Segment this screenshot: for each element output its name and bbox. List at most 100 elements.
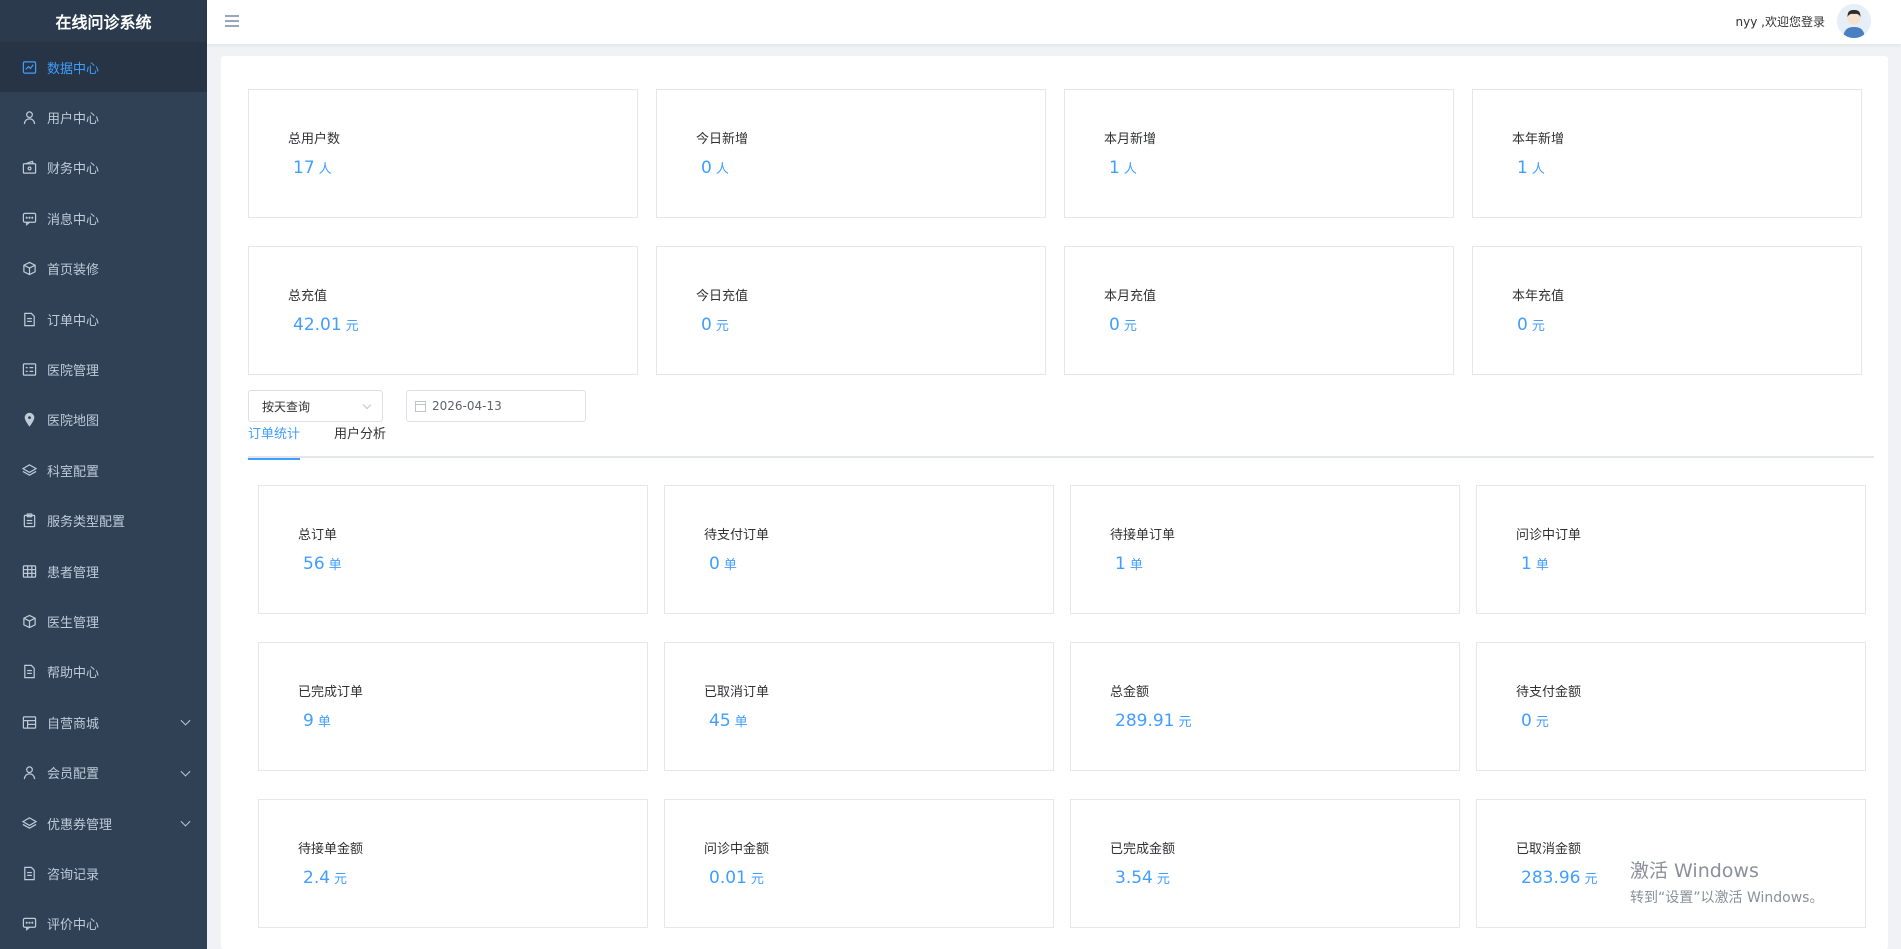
stat-unit: 元 bbox=[1123, 319, 1137, 334]
stat-value: 0元 bbox=[701, 315, 729, 335]
recharge-stat-card: 本年充值 0 元 bbox=[1472, 246, 1862, 375]
stat-label: 问诊中订单 bbox=[1516, 528, 1582, 543]
sidebar-item-6[interactable]: 医院管理 bbox=[0, 344, 207, 394]
sidebar-item-label: 评价中心 bbox=[47, 918, 100, 934]
stat-number: 0 bbox=[1517, 315, 1528, 335]
sidebar-item-13[interactable]: 自营商城 bbox=[0, 697, 207, 747]
avatar[interactable] bbox=[1837, 4, 1871, 38]
sidebar-item-4[interactable]: 首页装修 bbox=[0, 244, 207, 294]
dashboard-panel: 按天查询 2026-04-13 订单统计 用户分析 总用户数 17 人今日新增 0 人本… bbox=[221, 56, 1888, 949]
stat-number: 17 bbox=[293, 158, 315, 178]
stat-value: 1人 bbox=[1517, 158, 1545, 178]
stat-label: 总订单 bbox=[298, 528, 338, 543]
order-stat-card: 问诊中订单 1 单 bbox=[1476, 485, 1866, 614]
stat-label: 已取消订单 bbox=[704, 685, 770, 700]
layers-icon bbox=[21, 815, 37, 831]
sidebar-item-11[interactable]: 医生管理 bbox=[0, 596, 207, 646]
stat-label: 今日充值 bbox=[696, 289, 749, 304]
top-header: nyy ,欢迎您登录 bbox=[207, 0, 1901, 44]
sidebar-item-label: 科室配置 bbox=[47, 464, 100, 480]
user-stat-card: 本年新增 1 人 bbox=[1472, 89, 1862, 218]
stat-label: 待接单金额 bbox=[298, 842, 364, 857]
recharge-stat-card: 总充值 42.01 元 bbox=[248, 246, 638, 375]
watermark-subtitle: 转到“设置”以激活 Windows。 bbox=[1630, 890, 1824, 906]
stat-number: 289.91 bbox=[1115, 711, 1175, 731]
app-title: 在线问诊系统 bbox=[0, 0, 207, 42]
welcome-text: nyy ,欢迎您登录 bbox=[1735, 14, 1825, 29]
stat-number: 1 bbox=[1115, 554, 1126, 574]
sidebar-item-8[interactable]: 科室配置 bbox=[0, 445, 207, 495]
stat-label: 待支付金额 bbox=[1516, 685, 1582, 700]
sidebar-item-2[interactable]: 财务中心 bbox=[0, 143, 207, 193]
menu-toggle-icon[interactable] bbox=[225, 15, 239, 27]
sidebar-item-label: 会员配置 bbox=[47, 767, 100, 783]
stat-unit: 单 bbox=[723, 558, 737, 573]
stat-number: 1 bbox=[1517, 158, 1528, 178]
sidebar-item-9[interactable]: 服务类型配置 bbox=[0, 496, 207, 546]
stat-label: 已取消金额 bbox=[1516, 842, 1582, 857]
query-mode-value: 按天查询 bbox=[262, 399, 311, 414]
stat-number: 0.01 bbox=[709, 868, 747, 888]
stat-value: 1单 bbox=[1521, 554, 1549, 574]
stat-unit: 人 bbox=[1123, 162, 1137, 177]
sidebar-item-1[interactable]: 用户中心 bbox=[0, 92, 207, 142]
stat-value: 45 单 bbox=[709, 711, 748, 731]
stat-number: 2.4 bbox=[303, 868, 331, 888]
recharge-stat-card: 今日充值 0 元 bbox=[656, 246, 1046, 375]
stat-value: 2.4 元 bbox=[303, 868, 347, 888]
order-stat-card: 待支付金额 0 元 bbox=[1476, 642, 1866, 771]
message-icon bbox=[21, 210, 37, 226]
message-icon bbox=[21, 916, 37, 932]
stat-label: 问诊中金额 bbox=[704, 842, 770, 857]
user-icon bbox=[21, 110, 37, 126]
sidebar-item-15[interactable]: 优惠券管理 bbox=[0, 798, 207, 848]
sidebar-item-label: 数据中心 bbox=[47, 61, 100, 77]
sidebar-item-17[interactable]: 评价中心 bbox=[0, 899, 207, 949]
stat-unit: 元 bbox=[1178, 715, 1192, 730]
user-stat-card: 今日新增 0 人 bbox=[656, 89, 1046, 218]
stat-number: 0 bbox=[701, 158, 712, 178]
stat-unit: 人 bbox=[1531, 162, 1545, 177]
stat-label: 待接单订单 bbox=[1110, 528, 1176, 543]
order-stat-card: 已取消订单 45 单 bbox=[664, 642, 1054, 771]
order-stat-card: 已完成订单 9 单 bbox=[258, 642, 648, 771]
tab-order-stats[interactable]: 订单统计 bbox=[248, 426, 301, 460]
date-picker[interactable]: 2026-04-13 bbox=[406, 390, 586, 422]
stat-label: 今日新增 bbox=[696, 132, 749, 147]
sidebar-item-12[interactable]: 帮助中心 bbox=[0, 647, 207, 697]
stat-unit: 单 bbox=[1535, 558, 1549, 573]
tab-user-analysis[interactable]: 用户分析 bbox=[334, 426, 386, 458]
sidebar-item-label: 帮助中心 bbox=[47, 666, 100, 682]
sidebar-item-5[interactable]: 订单中心 bbox=[0, 294, 207, 344]
query-mode-select[interactable]: 按天查询 bbox=[248, 390, 383, 422]
stat-unit: 人 bbox=[715, 162, 729, 177]
stat-number: 45 bbox=[709, 711, 731, 731]
sidebar-item-7[interactable]: 医院地图 bbox=[0, 395, 207, 445]
sidebar-item-10[interactable]: 患者管理 bbox=[0, 546, 207, 596]
sidebar-item-3[interactable]: 消息中心 bbox=[0, 193, 207, 243]
sidebar-item-label: 医院地图 bbox=[47, 414, 100, 430]
stat-number: 1 bbox=[1521, 554, 1532, 574]
stat-value: 3.54 元 bbox=[1115, 868, 1170, 888]
sidebar-item-0[interactable]: 数据中心 bbox=[0, 42, 207, 93]
stat-value: 0单 bbox=[709, 554, 737, 574]
sidebar-item-label: 首页装修 bbox=[47, 263, 100, 279]
stat-number: 3.54 bbox=[1115, 868, 1153, 888]
sidebar-item-16[interactable]: 咨询记录 bbox=[0, 848, 207, 898]
box-icon bbox=[21, 261, 37, 277]
user-avatar-icon bbox=[1837, 4, 1871, 38]
order-stat-card: 总订单 56 单 bbox=[258, 485, 648, 614]
user-stat-card: 本月新增 1 人 bbox=[1064, 89, 1454, 218]
chart-icon bbox=[21, 59, 37, 75]
wallet-icon bbox=[21, 160, 37, 176]
chevron-down-icon bbox=[180, 766, 191, 777]
sidebar-item-14[interactable]: 会员配置 bbox=[0, 747, 207, 797]
stat-number: 42.01 bbox=[293, 315, 342, 335]
order-stat-card: 总金额 289.91 元 bbox=[1070, 642, 1460, 771]
stat-label: 总用户数 bbox=[288, 132, 341, 147]
stat-label: 已完成金额 bbox=[1110, 842, 1176, 857]
stat-value: 17 人 bbox=[293, 158, 332, 178]
stat-value: 283.96 元 bbox=[1521, 868, 1598, 888]
order-stat-card: 待接单金额 2.4 元 bbox=[258, 799, 648, 928]
user-stat-card: 总用户数 17 人 bbox=[248, 89, 638, 218]
